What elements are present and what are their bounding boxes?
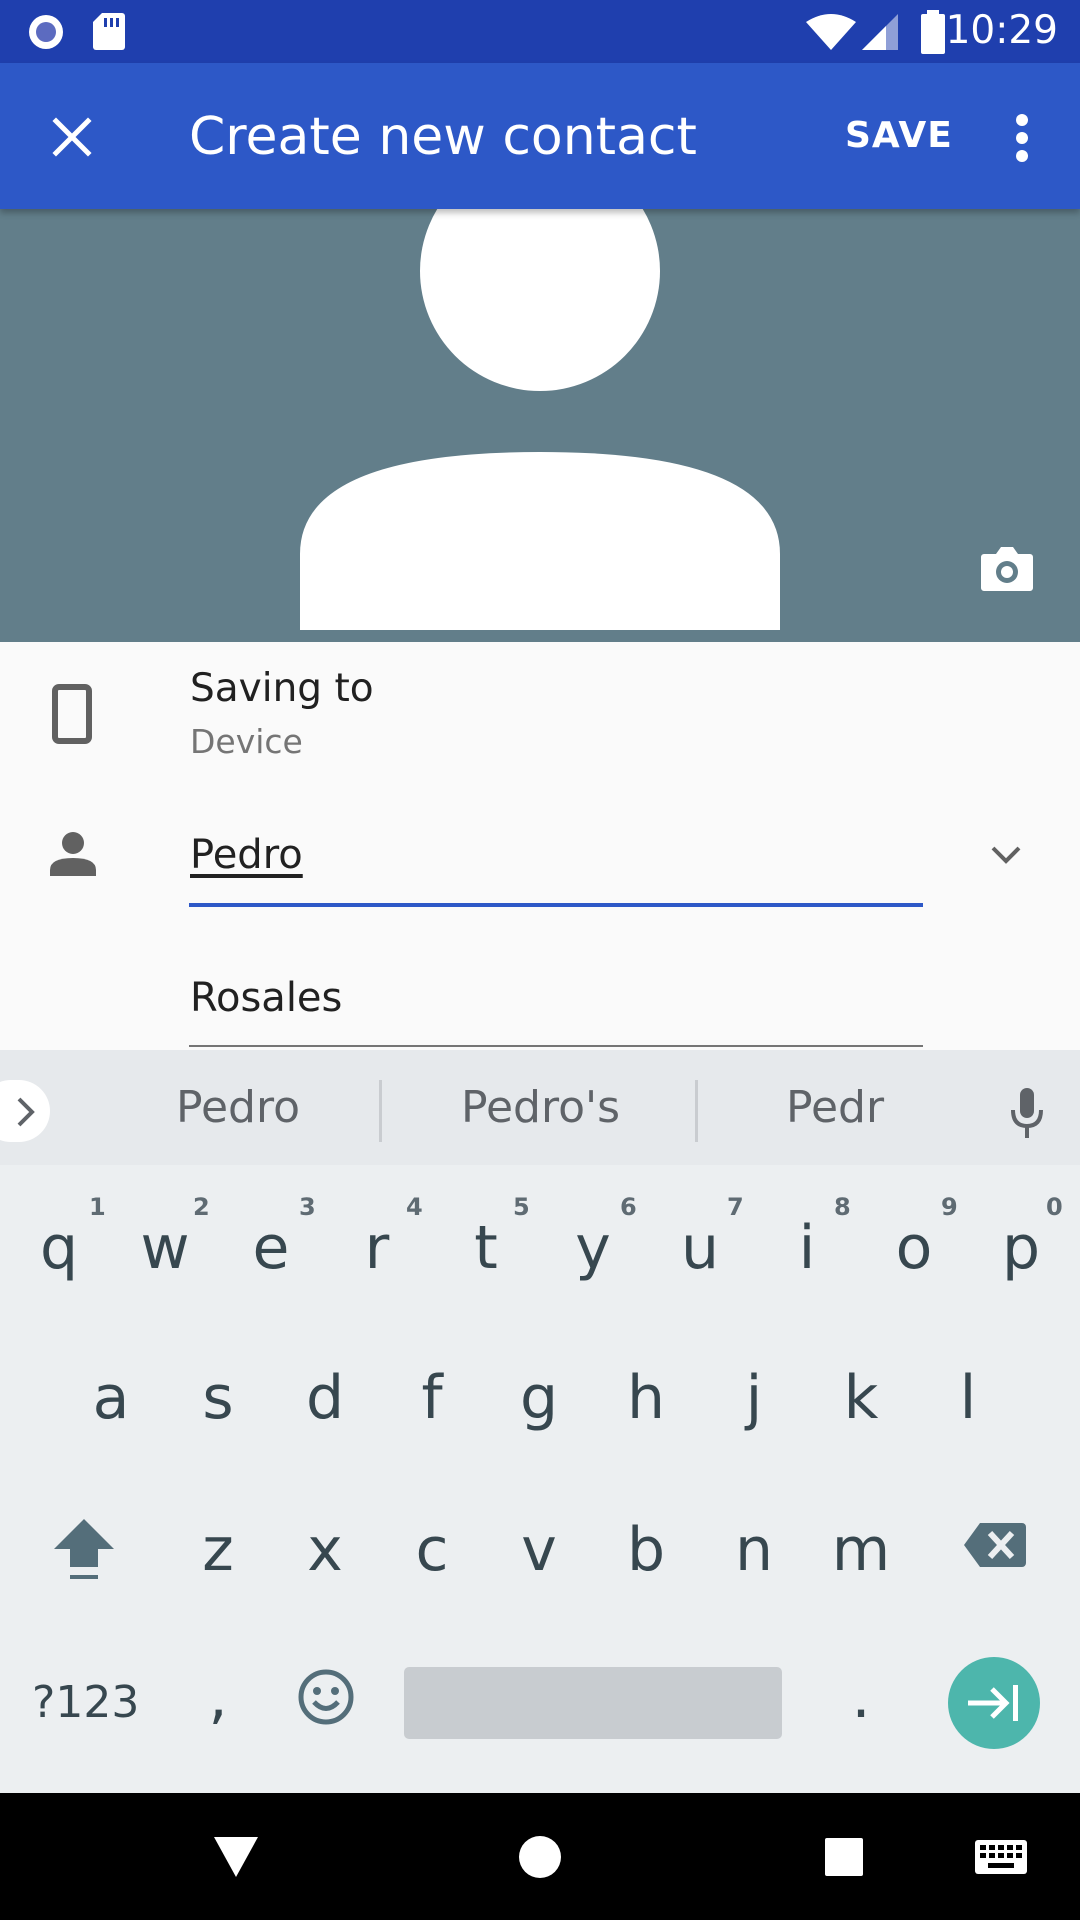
emoji-icon[interactable] — [298, 1669, 354, 1725]
key-l[interactable]: l — [923, 1363, 1013, 1433]
status-bar: 10:29 — [0, 0, 1080, 63]
key-i[interactable]: 8i — [762, 1165, 852, 1315]
account-row[interactable]: Saving to Device — [0, 642, 1080, 782]
expand-toolbar-button[interactable] — [0, 1080, 50, 1142]
suggestion-strip: Pedro Pedro's Pedr — [0, 1050, 1080, 1165]
next-button[interactable] — [948, 1657, 1040, 1749]
recents-icon[interactable] — [824, 1837, 864, 1877]
key-z[interactable]: z — [173, 1515, 263, 1585]
cell-signal-icon — [862, 14, 898, 50]
key-p[interactable]: 0p — [976, 1165, 1066, 1315]
app-bar: Create new contact SAVE — [0, 63, 1080, 209]
saving-to-label: Saving to — [190, 666, 374, 711]
key-n[interactable]: n — [709, 1515, 799, 1585]
key-g[interactable]: g — [494, 1363, 584, 1433]
keyboard-row-4: ?123 , . — [0, 1622, 1080, 1793]
close-icon[interactable] — [52, 117, 92, 157]
navigation-bar — [0, 1793, 1080, 1920]
last-name-underline — [189, 1045, 923, 1047]
microphone-icon[interactable] — [1010, 1088, 1044, 1140]
home-icon[interactable] — [518, 1835, 562, 1879]
key-y[interactable]: 6y — [548, 1165, 638, 1315]
key-a[interactable]: a — [66, 1363, 156, 1433]
key-k[interactable]: k — [816, 1363, 906, 1433]
save-button[interactable]: SAVE — [845, 115, 953, 156]
key-e[interactable]: 3e — [226, 1165, 316, 1315]
key-u[interactable]: 7u — [655, 1165, 745, 1315]
key-c[interactable]: c — [387, 1515, 477, 1585]
key-s[interactable]: s — [173, 1363, 263, 1433]
person-icon — [50, 832, 96, 876]
first-name-underline — [189, 903, 923, 907]
suggestion-1[interactable]: Pedro — [176, 1082, 300, 1133]
battery-icon — [921, 10, 945, 54]
key-f[interactable]: f — [387, 1363, 477, 1433]
keyboard-row-2: a s d f g h j k l — [0, 1315, 1080, 1467]
symbols-key[interactable]: ?123 — [32, 1677, 139, 1728]
keyboard-row-3: z x c v b n m — [0, 1467, 1080, 1622]
person-silhouette-icon — [300, 209, 780, 630]
suggestion-divider — [379, 1080, 382, 1142]
space-bar[interactable] — [404, 1667, 782, 1739]
key-q[interactable]: 1q — [14, 1165, 106, 1315]
sd-card-icon — [93, 13, 125, 50]
key-o[interactable]: 9o — [869, 1165, 959, 1315]
key-v[interactable]: v — [494, 1515, 584, 1585]
keyboard: 1q 2w 3e 4r 5t 6y 7u 8i 9o 0p a s d f g … — [0, 1165, 1080, 1793]
key-d[interactable]: d — [280, 1363, 370, 1433]
shift-icon[interactable] — [52, 1517, 116, 1587]
camera-icon[interactable] — [980, 544, 1034, 594]
suggestion-divider — [695, 1080, 698, 1142]
key-period[interactable]: . — [816, 1662, 906, 1732]
suggestion-3[interactable]: Pedr — [786, 1082, 884, 1133]
first-name-field[interactable]: Pedro — [190, 832, 303, 878]
suggestion-2[interactable]: Pedro's — [461, 1082, 620, 1133]
overflow-menu-icon[interactable] — [1008, 113, 1036, 163]
phone-device-icon — [52, 684, 92, 744]
contact-photo-area[interactable] — [0, 209, 1080, 642]
key-w[interactable]: 2w — [120, 1165, 210, 1315]
key-b[interactable]: b — [601, 1515, 691, 1585]
key-j[interactable]: j — [709, 1363, 799, 1433]
keyboard-row-1: 1q 2w 3e 4r 5t 6y 7u 8i 9o 0p — [0, 1165, 1080, 1315]
key-h[interactable]: h — [601, 1363, 691, 1433]
app-notification-icon — [29, 15, 63, 49]
key-x[interactable]: x — [280, 1515, 370, 1585]
key-m[interactable]: m — [816, 1515, 906, 1585]
back-icon[interactable] — [212, 1835, 260, 1879]
backspace-icon[interactable] — [962, 1521, 1028, 1569]
expand-name-icon[interactable] — [990, 845, 1022, 865]
keyboard-switch-icon[interactable] — [974, 1839, 1028, 1875]
saving-to-value: Device — [190, 722, 303, 761]
last-name-field[interactable]: Rosales — [190, 975, 342, 1021]
chevron-right-icon — [17, 1097, 35, 1127]
clock: 10:29 — [945, 8, 1058, 53]
key-t[interactable]: 5t — [441, 1165, 531, 1315]
wifi-icon — [806, 14, 856, 50]
tab-next-icon — [968, 1685, 1018, 1721]
key-comma[interactable]: , — [173, 1662, 263, 1732]
key-r[interactable]: 4r — [332, 1165, 423, 1315]
page-title: Create new contact — [189, 107, 697, 167]
